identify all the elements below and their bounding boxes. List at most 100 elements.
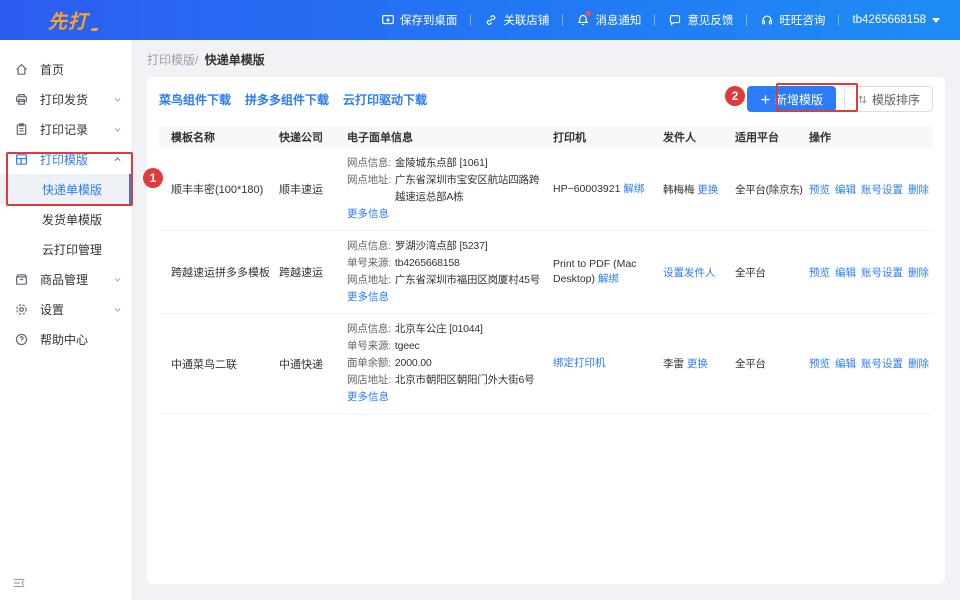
col-sender: 发件人 bbox=[651, 129, 723, 145]
account-name: tb4265668158 bbox=[852, 14, 926, 26]
change-sender-link[interactable]: 更换 bbox=[697, 184, 718, 196]
template-icon bbox=[14, 152, 29, 167]
sort-template-label: 模版排序 bbox=[872, 91, 920, 108]
chevron-down-icon bbox=[113, 275, 122, 284]
delete-link[interactable]: 删除 bbox=[908, 265, 929, 280]
info-label: 面单余额: bbox=[347, 355, 391, 372]
col-printer: 打印机 bbox=[541, 129, 651, 145]
add-template-label: 新增模版 bbox=[775, 91, 823, 108]
add-template-button[interactable]: 新增模版 bbox=[747, 86, 836, 112]
gear-icon bbox=[14, 302, 29, 317]
sidebar-menu: 首页 打印发货 打印记录 打印模版 快递单模版 发货单模版 bbox=[0, 40, 132, 354]
breadcrumb: 打印模版/ 快递单模版 bbox=[147, 51, 265, 68]
sender-name: 韩梅梅 bbox=[663, 184, 695, 196]
preview-link[interactable]: 预览 bbox=[809, 265, 830, 280]
menu-fold-icon bbox=[12, 576, 26, 590]
info-label: 网点信息: bbox=[347, 155, 391, 172]
printer-icon bbox=[14, 92, 29, 107]
unbind-printer-link[interactable]: 解绑 bbox=[598, 273, 619, 285]
actions-cell: 预览 编辑 账号设置 删除 bbox=[797, 182, 931, 197]
wangwang-consult-button[interactable]: 旺旺咨询 bbox=[747, 12, 838, 28]
sender-cell: 韩梅梅 更换 bbox=[651, 182, 723, 197]
info-value: 北京市朝阳区朝阳门外大街6号 bbox=[395, 372, 535, 389]
sidebar-item-print-records[interactable]: 打印记录 bbox=[0, 114, 132, 144]
cainiao-component-download-link[interactable]: 菜鸟组件下载 bbox=[159, 91, 231, 108]
edit-link[interactable]: 编辑 bbox=[835, 182, 856, 197]
info-label: 网点地址: bbox=[347, 272, 391, 289]
app-window: 先打 保存到桌面 关联店铺 消息通知 bbox=[0, 0, 960, 600]
feedback-button[interactable]: 意见反馈 bbox=[655, 12, 746, 28]
info-value: 罗湖沙湾点部 [5237] bbox=[395, 238, 488, 255]
cloud-print-driver-download-link[interactable]: 云打印驱动下载 bbox=[343, 91, 427, 108]
account-menu[interactable]: tb4265668158 bbox=[839, 14, 940, 26]
more-info-link[interactable]: 更多信息 bbox=[347, 289, 389, 306]
sidebar-item-print-ship[interactable]: 打印发货 bbox=[0, 84, 132, 114]
preview-link[interactable]: 预览 bbox=[809, 356, 830, 371]
actions-cell: 预览 编辑 账号设置 删除 bbox=[797, 356, 931, 371]
link-shop-button[interactable]: 关联店铺 bbox=[471, 12, 562, 28]
menu-item-label: 旺旺咨询 bbox=[779, 12, 825, 28]
preview-link[interactable]: 预览 bbox=[809, 182, 830, 197]
table-row: 跨越速运拼多多模板 跨越速运 网点信息:罗湖沙湾点部 [5237] 单号来源:t… bbox=[159, 231, 933, 314]
table-row: 中通菜鸟二联 中通快递 网点信息:北京车公庄 [01044] 单号来源:tgee… bbox=[159, 314, 933, 414]
edit-link[interactable]: 编辑 bbox=[835, 356, 856, 371]
breadcrumb-section[interactable]: 打印模版/ bbox=[147, 53, 198, 67]
save-desktop-icon bbox=[381, 13, 395, 27]
set-sender-link[interactable]: 设置发件人 bbox=[663, 267, 716, 279]
template-name: 跨越速运拼多多模板 bbox=[159, 264, 267, 280]
bind-printer-link[interactable]: 绑定打印机 bbox=[553, 357, 606, 369]
sidebar-item-label: 商品管理 bbox=[40, 271, 88, 288]
menu-item-label: 意见反馈 bbox=[687, 12, 733, 28]
sidebar-subitem-cloud-print[interactable]: 云打印管理 bbox=[0, 234, 132, 264]
feedback-icon bbox=[668, 13, 682, 27]
logo-text: 先打 bbox=[48, 7, 88, 34]
sender-name: 李雷 bbox=[663, 358, 684, 370]
sidebar-item-settings[interactable]: 设置 bbox=[0, 294, 132, 324]
info-label: 单号来源: bbox=[347, 338, 391, 355]
sidebar-item-label: 打印记录 bbox=[40, 121, 88, 138]
app-logo[interactable]: 先打 bbox=[48, 7, 98, 34]
template-name: 中通菜鸟二联 bbox=[159, 356, 267, 372]
info-label: 网店地址: bbox=[347, 372, 391, 389]
bell-icon bbox=[576, 13, 590, 27]
account-settings-link[interactable]: 账号设置 bbox=[861, 182, 903, 197]
save-to-desktop-button[interactable]: 保存到桌面 bbox=[368, 12, 471, 28]
sort-template-button[interactable]: 模版排序 bbox=[844, 86, 933, 112]
printer-cell: 绑定打印机 bbox=[541, 356, 651, 371]
download-links: 菜鸟组件下载 拼多多组件下载 云打印驱动下载 bbox=[159, 91, 427, 108]
pinduoduo-component-download-link[interactable]: 拼多多组件下载 bbox=[245, 91, 329, 108]
delete-link[interactable]: 删除 bbox=[908, 182, 929, 197]
sort-icon bbox=[857, 94, 868, 105]
sidebar-item-label: 云打印管理 bbox=[42, 241, 102, 258]
sidebar-item-goods[interactable]: 商品管理 bbox=[0, 264, 132, 294]
waybill-info-cell: 网点信息:罗湖沙湾点部 [5237] 单号来源:tb4265668158 网点地… bbox=[335, 238, 541, 306]
change-sender-link[interactable]: 更换 bbox=[687, 358, 708, 370]
caret-down-icon bbox=[932, 18, 940, 23]
annotation-step-1: 1 bbox=[143, 168, 163, 188]
sidebar-subitem-shipping-list-template[interactable]: 发货单模版 bbox=[0, 204, 132, 234]
sidebar-item-help[interactable]: 帮助中心 bbox=[0, 324, 132, 354]
col-platform: 适用平台 bbox=[723, 129, 797, 145]
printer-name: Print to PDF (Mac Desktop) bbox=[553, 258, 636, 285]
table-header: 模板名称 快递公司 电子面单信息 打印机 发件人 适用平台 操作 bbox=[159, 126, 933, 148]
chevron-up-icon bbox=[113, 155, 122, 164]
delete-link[interactable]: 删除 bbox=[908, 356, 929, 371]
account-settings-link[interactable]: 账号设置 bbox=[861, 356, 903, 371]
chevron-down-icon bbox=[113, 125, 122, 134]
sidebar-collapse-button[interactable] bbox=[12, 576, 26, 590]
sidebar-item-label: 首页 bbox=[40, 61, 64, 78]
content-area: 打印模版/ 快递单模版 菜鸟组件下载 拼多多组件下载 云打印驱动下载 新增模版 bbox=[133, 40, 960, 600]
printer-name: HP~60003921 bbox=[553, 183, 620, 195]
notifications-button[interactable]: 消息通知 bbox=[563, 12, 654, 28]
menu-item-label: 消息通知 bbox=[595, 12, 641, 28]
more-info-link[interactable]: 更多信息 bbox=[347, 206, 389, 223]
edit-link[interactable]: 编辑 bbox=[835, 265, 856, 280]
more-info-link[interactable]: 更多信息 bbox=[347, 389, 389, 406]
account-settings-link[interactable]: 账号设置 bbox=[861, 265, 903, 280]
sidebar-item-print-templates[interactable]: 打印模版 bbox=[0, 144, 132, 174]
sidebar-subitem-waybill-template[interactable]: 快递单模版 bbox=[0, 174, 132, 204]
info-label: 网点信息: bbox=[347, 238, 391, 255]
sidebar-item-home[interactable]: 首页 bbox=[0, 54, 132, 84]
unbind-printer-link[interactable]: 解绑 bbox=[623, 183, 644, 195]
link-icon bbox=[484, 13, 498, 27]
